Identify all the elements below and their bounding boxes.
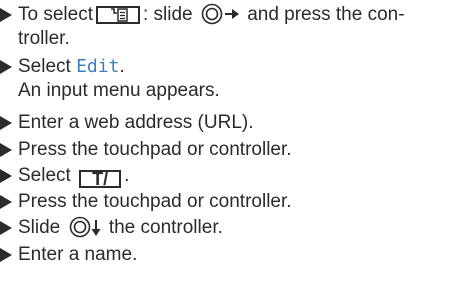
step-1-line-2: troller. xyxy=(18,28,70,49)
step-8-line-1: Enter a name. xyxy=(18,244,138,265)
step-5-line-1: Select T/. xyxy=(18,164,129,188)
step-2-text-before: Select xyxy=(18,56,71,77)
step-5-text-after: . xyxy=(124,165,130,186)
text-mode-button: T/ xyxy=(79,170,122,188)
step-2-line-2: An input menu appears. xyxy=(18,80,220,101)
controller-knob-icon xyxy=(201,3,239,25)
edit-menu-item: Edit xyxy=(76,56,120,77)
bullet-icon xyxy=(0,143,12,157)
bullet-icon xyxy=(0,116,12,130)
bullet-icon xyxy=(0,8,12,22)
step-7-line-1: Slide the controller. xyxy=(18,216,223,239)
step-1-text-before: To select xyxy=(18,4,93,25)
arrow-down-icon xyxy=(91,229,101,236)
list-menu-icon xyxy=(95,6,140,24)
instruction-page: To select : slide and press the con- trol… xyxy=(0,0,463,304)
step-1-line-1: To select : slide and press the con- xyxy=(18,3,405,26)
arrow-right-icon xyxy=(231,9,239,19)
step-7-text-before: Slide xyxy=(18,217,61,238)
step-5-text-before: Select xyxy=(18,165,71,186)
bullet-icon xyxy=(0,60,12,74)
bullet-icon xyxy=(0,195,12,209)
controller-knob-icon xyxy=(69,216,101,238)
step-7-text-after: the controller. xyxy=(108,217,223,238)
bullet-icon xyxy=(0,248,12,262)
bullet-icon xyxy=(0,169,12,183)
bullet-icon xyxy=(0,221,12,235)
step-2-text-after: . xyxy=(119,56,125,77)
step-3-line-1: Enter a web address (URL). xyxy=(18,112,254,133)
step-6-line-1: Press the touchpad or controller. xyxy=(18,191,292,212)
step-1-text-end: and press the con- xyxy=(247,4,405,25)
step-1-text-after: : slide xyxy=(142,4,193,25)
step-4-line-1: Press the touchpad or controller. xyxy=(18,139,292,160)
step-2-line-1: Select Edit. xyxy=(18,55,125,78)
